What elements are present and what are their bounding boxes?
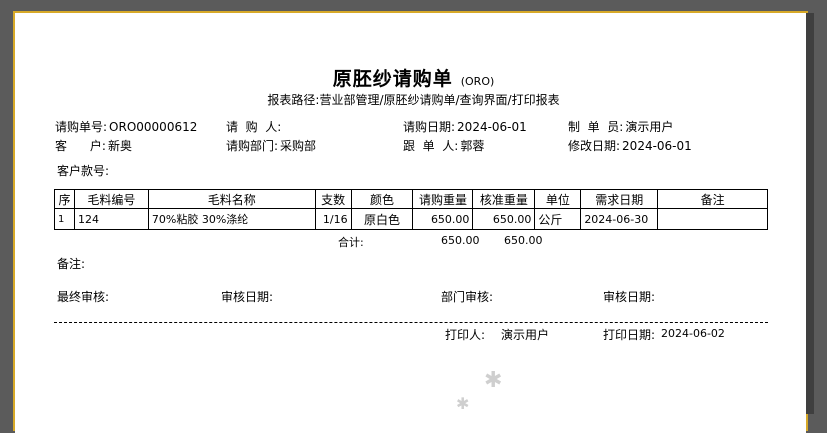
col-request-weight: 请购重量 [412, 189, 474, 209]
items-table: 序 毛料编号 毛料名称 支数 颜色 请购重量 核准重量 单位 需求日期 备注 1… [54, 189, 768, 230]
cell-color: 原白色 [350, 208, 414, 230]
follower-label: 跟 单 人: [403, 139, 459, 153]
report-path: 报表路径:营业部管理/原胚纱请购单/查询界面/打印报表 [0, 91, 827, 108]
cell-approved-weight: 650.00 [472, 208, 536, 230]
cell-need-date: 2024-06-30 [580, 208, 659, 230]
cell-count: 1/16 [314, 208, 352, 230]
order-date-field: 请购日期: 2024-06-01 [403, 118, 527, 135]
follower-value: 郭蓉 [460, 139, 485, 153]
col-color: 颜色 [350, 189, 414, 209]
cell-material-name: 70%粘胶 30%涤纶 [147, 208, 316, 230]
remark-label: 备注: [57, 257, 86, 271]
final-audit-label: 最终审核: [57, 290, 110, 304]
report-code: (ORO) [460, 75, 495, 88]
requester-field: 请 购 人: [226, 118, 283, 135]
cell-material-no: 124 [73, 208, 149, 230]
dept-label: 请购部门: [226, 139, 279, 153]
printer-label: 打印人: [445, 328, 486, 342]
report-title-text: 原胚纱请购单 [332, 68, 453, 90]
table-row: 1 124 70%粘胶 30%涤纶 1/16 原白色 650.00 650.00… [54, 208, 768, 230]
audit-date-label: 审核日期: [221, 290, 274, 304]
maker-value: 演示用户 [625, 120, 674, 134]
print-date-label: 打印日期: [603, 328, 656, 342]
cell-unit: 公斤 [534, 208, 582, 230]
cell-seq: 1 [54, 208, 75, 230]
total-label: 合计: [338, 236, 364, 249]
follower-field: 跟 单 人: 郭蓉 [403, 137, 484, 154]
requester-label: 请 购 人: [226, 120, 282, 134]
cell-remark [657, 208, 768, 230]
report-title: 原胚纱请购单 (ORO) [0, 64, 827, 91]
col-need-date: 需求日期 [580, 189, 659, 209]
footer-divider [54, 322, 768, 323]
total-request-weight: 650.00 [441, 234, 480, 247]
customer-value: 新奥 [107, 139, 132, 153]
total-approved-weight: 650.00 [504, 234, 543, 247]
report-path-label: 报表路径: [267, 93, 320, 107]
style-no-field: 客户款号: [57, 162, 111, 179]
table-header-row: 序 毛料编号 毛料名称 支数 颜色 请购重量 核准重量 单位 需求日期 备注 [54, 189, 768, 209]
audit-date2-label: 审核日期: [603, 290, 656, 304]
order-date-value: 2024-06-01 [457, 120, 527, 134]
cell-request-weight: 650.00 [412, 208, 474, 230]
modify-date-label: 修改日期: [568, 139, 621, 153]
printer-value: 演示用户 [501, 328, 550, 342]
col-approved-weight: 核准重量 [472, 189, 536, 209]
dept-audit-label: 部门审核: [441, 290, 494, 304]
order-date-label: 请购日期: [403, 120, 456, 134]
dept-value: 采购部 [280, 139, 317, 153]
col-material-no: 毛料编号 [73, 189, 149, 209]
maker-label: 制 单 员: [568, 120, 624, 134]
order-no-field: 请购单号: ORO00000612 [55, 118, 197, 135]
maker-field: 制 单 员: 演示用户 [568, 118, 673, 135]
report-path-value: 营业部管理/原胚纱请购单/查询界面/打印报表 [319, 93, 560, 107]
dept-field: 请购部门: 采购部 [226, 137, 316, 154]
col-count: 支数 [314, 189, 352, 209]
print-date-value: 2024-06-02 [661, 327, 725, 340]
col-remark: 备注 [657, 189, 768, 209]
customer-label: 客 户: [55, 139, 106, 153]
col-material-name: 毛料名称 [147, 189, 316, 209]
watermark-mark: ✱ [456, 394, 470, 413]
customer-field: 客 户: 新奥 [55, 137, 132, 154]
watermark-mark: ✱ [484, 368, 503, 393]
modify-date-field: 修改日期: 2024-06-01 [568, 137, 692, 154]
style-no-label: 客户款号: [57, 164, 110, 178]
order-no-value: ORO00000612 [109, 120, 198, 134]
order-no-label: 请购单号: [55, 120, 108, 134]
col-unit: 单位 [534, 189, 582, 209]
modify-date-value: 2024-06-01 [622, 139, 692, 153]
col-seq: 序 [54, 189, 75, 209]
